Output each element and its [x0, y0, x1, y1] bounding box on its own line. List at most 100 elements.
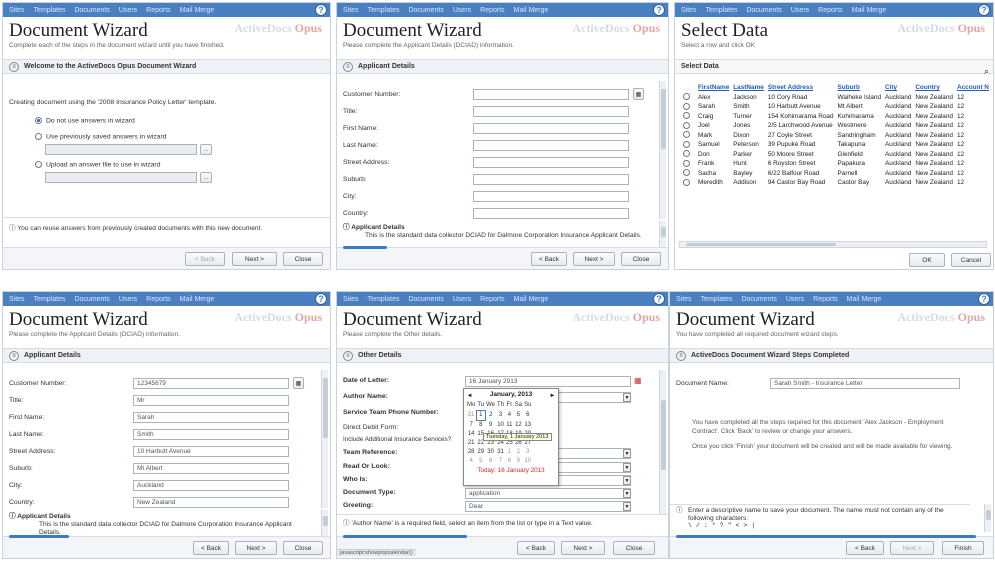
nav-users[interactable]: Users: [119, 296, 137, 303]
option-upload-answers[interactable]: Upload an answer file to use in wizard: [35, 161, 160, 168]
close-button[interactable]: Close: [283, 541, 323, 555]
first-name-input[interactable]: [473, 123, 629, 134]
scrollbar[interactable]: [321, 370, 328, 508]
help-icon[interactable]: ?: [653, 293, 665, 305]
chevron-down-icon[interactable]: ▼: [623, 502, 631, 511]
next-button[interactable]: Next >: [573, 252, 615, 266]
help-icon[interactable]: ?: [978, 4, 990, 16]
radio-icon[interactable]: [683, 121, 690, 129]
nav-documents[interactable]: Documents: [74, 7, 109, 14]
close-button[interactable]: Close: [621, 252, 661, 266]
nav-reports[interactable]: Reports: [813, 296, 838, 303]
next-button[interactable]: Next >: [232, 252, 277, 266]
back-button[interactable]: < Back: [193, 541, 229, 555]
country-input[interactable]: New Zealand: [133, 497, 289, 508]
nav-sites[interactable]: Sites: [9, 7, 25, 14]
nav-sites[interactable]: Sites: [676, 296, 692, 303]
info-scrollbar[interactable]: [321, 510, 328, 536]
next-button[interactable]: Next >: [235, 541, 277, 555]
calendar-week[interactable]: 31 1 2 3 4 5 6: [466, 410, 532, 421]
prev-month-icon[interactable]: ◂: [468, 391, 471, 399]
next-button[interactable]: Next >: [890, 541, 934, 555]
calendar-week[interactable]: 4 5 6 7 8 9 10: [466, 457, 532, 466]
street-address-input[interactable]: 10 Harbutt Avenue: [133, 446, 289, 457]
last-name-input[interactable]: [473, 140, 629, 151]
col-country[interactable]: Country: [913, 83, 955, 93]
radio-icon[interactable]: [683, 131, 690, 139]
chevron-down-icon[interactable]: ▼: [623, 489, 631, 498]
title-input[interactable]: Mr: [133, 395, 289, 406]
next-month-icon[interactable]: ▸: [551, 391, 554, 399]
nav-templates[interactable]: Templates: [34, 296, 66, 303]
horizontal-scrollbar[interactable]: [679, 241, 987, 248]
today-link[interactable]: Today: 16 January 2013: [464, 467, 558, 474]
calendar-week[interactable]: 28 29 30 31 1 2 3: [466, 448, 532, 457]
back-button[interactable]: < Back: [531, 252, 567, 266]
nav-documents[interactable]: Documents: [741, 296, 776, 303]
nav-reports[interactable]: Reports: [146, 7, 171, 14]
nav-mail-merge[interactable]: Mail Merge: [180, 7, 215, 14]
option-no-answers[interactable]: Do not use answers in wizard: [35, 117, 135, 124]
collapse-icon[interactable]: ≡: [676, 350, 686, 361]
collapse-icon[interactable]: ≡: [343, 350, 353, 361]
upload-file-field[interactable]: [45, 172, 197, 183]
nav-reports[interactable]: Reports: [146, 296, 171, 303]
table-row[interactable]: Mark Dixon 27 Coyle Street Sandringham Auckl…: [681, 131, 991, 141]
chevron-down-icon[interactable]: ▼: [623, 463, 631, 472]
info-scrollbar[interactable]: [984, 504, 991, 532]
date-of-letter-input[interactable]: 16 January 2013: [465, 376, 631, 387]
table-row[interactable]: Meredith Addison 94 Castor Bay Road Castor …: [681, 178, 991, 188]
document-name-input[interactable]: Sarah Smith - Insurance Letter: [770, 378, 960, 389]
table-row[interactable]: Joel Jones 2/5 Larchwood Avenue Westmere Auc…: [681, 121, 991, 131]
nav-documents[interactable]: Documents: [408, 7, 443, 14]
table-row[interactable]: Sarah Smith 10 Harbutt Avenue Mt Albert Auck…: [681, 102, 991, 112]
nav-templates[interactable]: Templates: [368, 7, 400, 14]
nav-templates[interactable]: Templates: [368, 296, 400, 303]
help-icon[interactable]: ?: [978, 293, 990, 305]
table-row[interactable]: Sacha Bayley 6/22 Balfour Road Parnell Auckl…: [681, 169, 991, 179]
search-icon[interactable]: ⌕: [984, 66, 989, 77]
lookup-icon[interactable]: ▦: [633, 88, 644, 100]
nav-sites[interactable]: Sites: [343, 296, 359, 303]
help-icon[interactable]: ?: [653, 4, 665, 16]
radio-icon[interactable]: [683, 140, 690, 148]
radio-icon[interactable]: [683, 150, 690, 158]
col-suburb[interactable]: Suburb: [836, 83, 883, 93]
back-button[interactable]: < Back: [517, 541, 555, 555]
nav-templates[interactable]: Templates: [34, 7, 66, 14]
close-button[interactable]: Close: [283, 252, 323, 266]
nav-mail-merge[interactable]: Mail Merge: [514, 7, 549, 14]
finish-button[interactable]: Finish: [942, 541, 984, 555]
greeting-select[interactable]: Dear: [465, 501, 631, 512]
scrollbar[interactable]: [659, 370, 666, 514]
ok-button[interactable]: OK: [909, 253, 945, 267]
suburb-input[interactable]: [473, 174, 629, 185]
city-input[interactable]: [473, 191, 629, 202]
first-name-input[interactable]: Sarah: [133, 412, 289, 423]
table-row[interactable]: Frank Hunt 6 Royston Street Papakura Aucklan…: [681, 159, 991, 169]
radio-icon[interactable]: [35, 133, 42, 140]
radio-icon[interactable]: [35, 161, 42, 168]
nav-sites[interactable]: Sites: [681, 7, 697, 14]
calendar-icon[interactable]: ▦: [634, 376, 642, 385]
nav-mail-merge[interactable]: Mail Merge: [852, 7, 887, 14]
nav-users[interactable]: Users: [453, 7, 471, 14]
customer-number-input[interactable]: [473, 89, 629, 100]
col-account[interactable]: Account N: [955, 83, 991, 93]
help-icon[interactable]: ?: [315, 293, 327, 305]
browse-button[interactable]: …: [200, 144, 212, 155]
nav-sites[interactable]: Sites: [343, 7, 359, 14]
collapse-icon[interactable]: ≡: [9, 350, 19, 361]
collapse-icon[interactable]: ≡: [9, 61, 19, 72]
chevron-down-icon[interactable]: ▼: [623, 476, 631, 485]
lookup-icon[interactable]: ▦: [293, 377, 304, 389]
saved-answers-field[interactable]: [45, 144, 197, 155]
chevron-down-icon[interactable]: ▼: [623, 393, 631, 402]
nav-users[interactable]: Users: [786, 296, 804, 303]
info-scrollbar[interactable]: [659, 221, 666, 247]
back-button[interactable]: < Back: [185, 252, 225, 266]
nav-reports[interactable]: Reports: [480, 296, 505, 303]
radio-icon[interactable]: [35, 117, 42, 124]
radio-icon[interactable]: [683, 102, 690, 110]
nav-documents[interactable]: Documents: [746, 7, 781, 14]
